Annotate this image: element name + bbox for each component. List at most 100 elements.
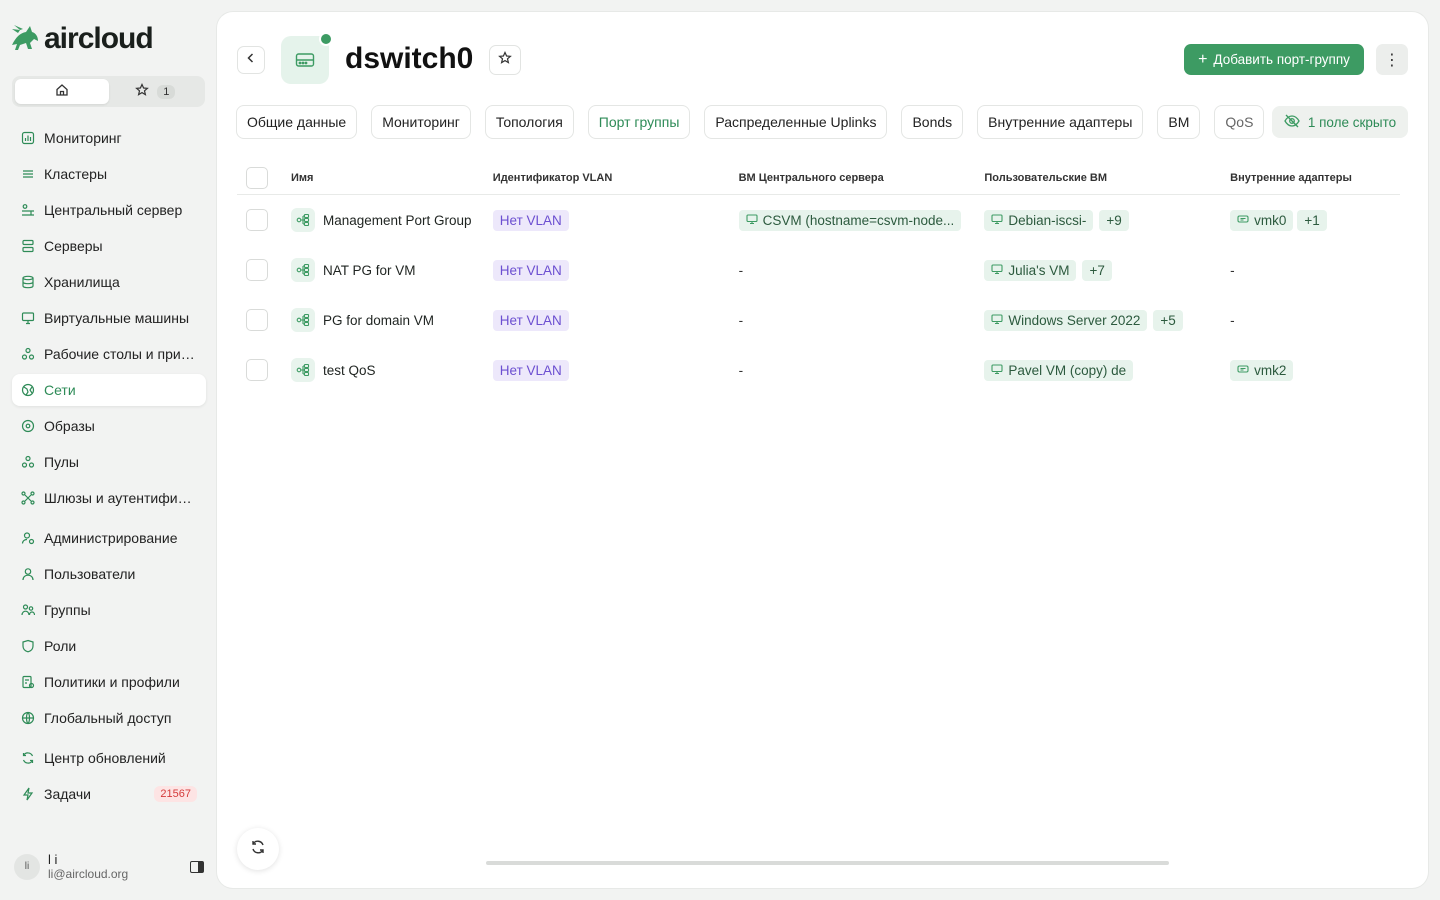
tab-9[interactable]: QoS bbox=[1214, 105, 1265, 139]
adapters-cell: - bbox=[1230, 313, 1400, 328]
sidebar-item-16[interactable]: Политики и профили bbox=[12, 666, 206, 698]
row-select-cell bbox=[237, 259, 291, 281]
sidebar-item-11[interactable]: Шлюзы и аутентифика... bbox=[12, 482, 206, 514]
home-tab[interactable] bbox=[15, 79, 109, 104]
sidebar-item-label: Группы bbox=[44, 602, 91, 618]
avatar: li bbox=[14, 853, 40, 880]
collapse-sidebar-icon[interactable] bbox=[190, 860, 204, 873]
pegasus-logo-icon bbox=[10, 23, 40, 56]
column-header-adapters[interactable]: Внутренние адаптеры bbox=[1230, 172, 1400, 184]
home-icon bbox=[55, 83, 69, 100]
sidebar-item-12[interactable]: Администрирование bbox=[12, 522, 206, 554]
tab-6[interactable]: Bonds bbox=[901, 105, 964, 139]
csvm-chip[interactable]: CSVM (hostname=csvm-node... bbox=[738, 209, 962, 231]
name-cell: NAT PG for VM bbox=[290, 258, 493, 282]
tab-8[interactable]: ВМ bbox=[1157, 105, 1201, 139]
port-group-name[interactable]: NAT PG for VM bbox=[323, 263, 416, 278]
port-group-name[interactable]: test QoS bbox=[323, 363, 376, 378]
page-title: dswitch0 bbox=[345, 42, 474, 75]
horizontal-scrollbar[interactable] bbox=[486, 861, 1169, 865]
row-checkbox[interactable] bbox=[246, 209, 268, 231]
vlan-cell: Нет VLAN bbox=[492, 209, 739, 231]
sidebar-item-9[interactable]: Образы bbox=[12, 410, 206, 442]
adapter-chip[interactable]: vmk0 bbox=[1230, 209, 1294, 231]
row-checkbox[interactable] bbox=[246, 309, 268, 331]
table-row[interactable]: Management Port Group Нет VLAN CSVM (hostn… bbox=[237, 195, 1400, 245]
name-cell: Management Port Group bbox=[290, 208, 493, 232]
tab-5[interactable]: Распределенные Uplinks bbox=[704, 105, 888, 139]
star-icon bbox=[498, 50, 512, 70]
sidebar-item-label: Пулы bbox=[44, 454, 79, 470]
user-vm-chip[interactable]: Windows Server 2022 bbox=[984, 309, 1148, 331]
sidebar-item-7[interactable]: Рабочие столы и прил... bbox=[12, 338, 206, 370]
user-vms-more[interactable]: +5 bbox=[1153, 309, 1183, 331]
main-panel: dswitch0 + Добавить порт-группу ⋮ Общие … bbox=[217, 12, 1428, 888]
more-options-button[interactable]: ⋮ bbox=[1376, 44, 1408, 75]
empty-value: - bbox=[738, 362, 744, 378]
user-vm-chip[interactable]: Pavel VM (copy) de bbox=[984, 359, 1134, 381]
user-vm-chip[interactable]: Julia's VM bbox=[984, 259, 1077, 281]
empty-value: - bbox=[1230, 262, 1235, 278]
adapters-more[interactable]: +1 bbox=[1297, 209, 1327, 231]
sidebar-item-13[interactable]: Пользователи bbox=[12, 558, 206, 590]
table-row[interactable]: PG for domain VM Нет VLAN - Windows Server … bbox=[237, 295, 1400, 345]
tab-4[interactable]: Порт группы bbox=[587, 105, 691, 139]
add-port-group-button[interactable]: + Добавить порт-группу bbox=[1184, 44, 1364, 75]
adapter-chip[interactable]: vmk2 bbox=[1230, 359, 1294, 381]
plus-icon: + bbox=[1198, 50, 1208, 68]
user-email: li@aircloud.org bbox=[48, 867, 129, 881]
tab-7[interactable]: Внутренние адаптеры bbox=[977, 105, 1144, 139]
column-header-vlan[interactable]: Идентификатор VLAN bbox=[493, 172, 739, 184]
user-vm-name: Debian-iscsi- bbox=[1008, 212, 1087, 228]
tab-3[interactable]: Топология bbox=[484, 105, 574, 139]
user-vms-more[interactable]: +9 bbox=[1099, 209, 1129, 231]
select-all-checkbox[interactable] bbox=[246, 167, 268, 189]
sidebar-item-17[interactable]: Глобальный доступ bbox=[12, 702, 206, 734]
column-header-csvm[interactable]: ВМ Центрального сервера bbox=[739, 172, 985, 184]
sidebar-item-14[interactable]: Группы bbox=[12, 594, 206, 626]
sidebar-item-3[interactable]: Центральный сервер bbox=[12, 194, 206, 226]
table-row[interactable]: NAT PG for VM Нет VLAN - Julia's VM +7 - bbox=[237, 245, 1400, 295]
sidebar-item-label: Политики и профили bbox=[44, 674, 180, 690]
user-profile[interactable]: li l i li@aircloud.org bbox=[14, 852, 204, 881]
favorites-tab[interactable]: 1 bbox=[109, 79, 203, 104]
back-button[interactable] bbox=[237, 46, 265, 74]
sidebar-item-8[interactable]: Сети bbox=[12, 374, 206, 406]
user-vms-cell: Windows Server 2022 +5 bbox=[984, 309, 1230, 331]
sidebar-item-10[interactable]: Пулы bbox=[12, 446, 206, 478]
sidebar-item-15[interactable]: Роли bbox=[12, 630, 206, 662]
brand-logo[interactable]: aircloud bbox=[10, 22, 154, 56]
row-checkbox[interactable] bbox=[246, 259, 268, 281]
refresh-button[interactable] bbox=[237, 828, 279, 870]
port-group-name[interactable]: PG for domain VM bbox=[323, 313, 434, 328]
port-group-name[interactable]: Management Port Group bbox=[323, 213, 472, 228]
tab-1[interactable]: Общие данные bbox=[236, 105, 358, 139]
column-header-name[interactable]: Имя bbox=[291, 172, 493, 184]
sidebar-item-label: Роли bbox=[44, 638, 77, 654]
port-groups-table: Имя Идентификатор VLAN ВМ Центрального с… bbox=[237, 162, 1400, 395]
server-icon bbox=[21, 239, 35, 253]
sidebar-item-4[interactable]: Серверы bbox=[12, 230, 206, 262]
row-checkbox[interactable] bbox=[246, 359, 268, 381]
sidebar-item-6[interactable]: Виртуальные машины bbox=[12, 302, 206, 334]
shield-icon bbox=[21, 639, 35, 653]
sidebar-item-5[interactable]: Хранилища bbox=[12, 266, 206, 298]
sidebar-item-18[interactable]: Центр обновлений bbox=[12, 742, 206, 774]
tab-2[interactable]: Мониторинг bbox=[371, 105, 471, 139]
favorite-button[interactable] bbox=[489, 45, 521, 75]
layers-icon bbox=[21, 167, 35, 181]
column-header-user-vms[interactable]: Пользовательские ВМ bbox=[984, 172, 1230, 184]
sidebar-item-1[interactable]: Мониторинг bbox=[12, 122, 206, 154]
sidebar-item-label: Шлюзы и аутентифика... bbox=[44, 490, 197, 506]
name-cell: PG for domain VM bbox=[290, 308, 493, 332]
user-vms-more[interactable]: +7 bbox=[1082, 259, 1112, 281]
vlan-cell: Нет VLAN bbox=[492, 259, 739, 281]
sidebar-item-2[interactable]: Кластеры bbox=[12, 158, 206, 190]
sidebar-item-19[interactable]: Задачи 21567 bbox=[12, 778, 206, 810]
port-group-icon bbox=[290, 208, 315, 232]
row-select-cell bbox=[237, 309, 291, 331]
table-row[interactable]: test QoS Нет VLAN - Pavel VM (copy) de vmk2 bbox=[237, 345, 1400, 395]
hidden-fields-button[interactable]: 1 поле скрыто bbox=[1272, 106, 1408, 138]
user-vm-chip[interactable]: Debian-iscsi- bbox=[984, 209, 1094, 231]
table-body: Management Port Group Нет VLAN CSVM (hostn… bbox=[237, 195, 1400, 395]
